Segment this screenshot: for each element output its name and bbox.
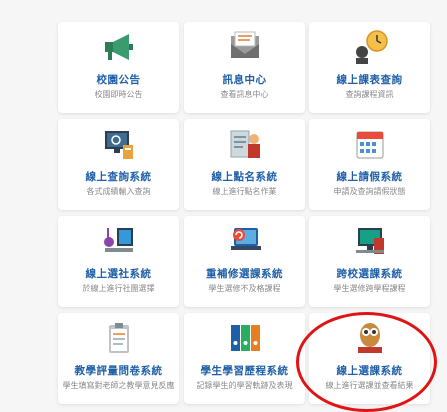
mail-envelope-icon xyxy=(230,31,259,58)
card-title: 線上選社系統 xyxy=(85,268,152,280)
card-subtitle: 學生選修跨學程課程 xyxy=(333,284,406,293)
owl-book-icon xyxy=(357,323,382,353)
card-online-course-selection[interactable]: 線上選課系統 線上進行選課並查看結果 xyxy=(309,313,430,404)
card-title: 校園公告 xyxy=(96,74,141,86)
calendar-icon xyxy=(356,131,383,159)
card-teaching-survey[interactable]: 教學評量問卷系統 學生填寫對老師之教學意見反應 xyxy=(58,313,179,404)
card-title: 跨校選課系統 xyxy=(336,268,403,280)
card-course-schedule[interactable]: 線上課表查詢 查詢課程資訊 xyxy=(309,22,430,113)
card-message-center[interactable]: 訊息中心 查看訊息中心 xyxy=(184,22,305,113)
roll-call-icon xyxy=(230,130,260,158)
schedule-clock-icon xyxy=(355,30,388,64)
card-title: 線上查詢系統 xyxy=(85,171,152,183)
card-title: 重補修選課系統 xyxy=(206,268,283,280)
refresh-laptop-icon xyxy=(230,228,261,250)
card-title: 教學評量問卷系統 xyxy=(74,365,163,377)
card-subtitle: 學生填寫對老師之教學意見反應 xyxy=(62,381,175,390)
card-subtitle: 查詢課程資訊 xyxy=(345,90,394,99)
card-roll-call[interactable]: 線上點名系統 線上進行點名作業 xyxy=(184,119,305,210)
card-subtitle: 學生選修不及格課程 xyxy=(208,284,281,293)
card-title: 線上點名系統 xyxy=(211,171,278,183)
card-subtitle: 查看訊息中心 xyxy=(220,90,269,99)
card-subtitle: 線上進行選課並查看結果 xyxy=(325,381,414,390)
card-title: 訊息中心 xyxy=(222,74,267,86)
card-subtitle: 記錄學生的學習軌跡及表現 xyxy=(196,381,293,390)
screen-search-icon xyxy=(104,131,133,159)
binders-icon xyxy=(230,325,260,351)
card-online-query[interactable]: 線上查詢系統 各式成績輸入查詢 xyxy=(58,119,179,210)
card-subtitle: 申請及查詢請假狀態 xyxy=(333,187,406,196)
card-title: 線上選課系統 xyxy=(336,365,403,377)
clipboard-survey-icon xyxy=(108,323,129,353)
card-campus-announcement[interactable]: 校園公告 校園即時公告 xyxy=(58,22,179,113)
card-subtitle: 校園即時公告 xyxy=(94,90,143,99)
card-remedial-course[interactable]: 重補修選課系統 學生選修不及格課程 xyxy=(184,216,305,307)
card-club-selection[interactable]: 線上選社系統 於線上進行社團選擇 xyxy=(58,216,179,307)
card-learning-portfolio[interactable]: 學生學習歷程系統 記錄學生的學習軌跡及表現 xyxy=(184,313,305,404)
card-title: 線上課表查詢 xyxy=(336,74,403,86)
service-grid: 校園公告 校園即時公告 訊息中心 查看訊息中心 線上課表查詢 查詢課程資訊 線上… xyxy=(0,0,447,410)
card-subtitle: 於線上進行社團選擇 xyxy=(82,284,155,293)
card-subtitle: 線上進行點名作業 xyxy=(212,187,277,196)
megaphone-icon xyxy=(104,34,133,60)
card-leave-request[interactable]: 線上請假系統 申請及查詢請假狀態 xyxy=(309,119,430,210)
card-cross-school-course[interactable]: 跨校選課系統 學生選修跨學程課程 xyxy=(309,216,430,307)
card-title: 線上請假系統 xyxy=(336,171,403,183)
computer-book-icon xyxy=(355,228,384,254)
club-music-icon xyxy=(103,228,133,252)
card-subtitle: 各式成績輸入查詢 xyxy=(86,187,151,196)
card-title: 學生學習歷程系統 xyxy=(200,365,289,377)
